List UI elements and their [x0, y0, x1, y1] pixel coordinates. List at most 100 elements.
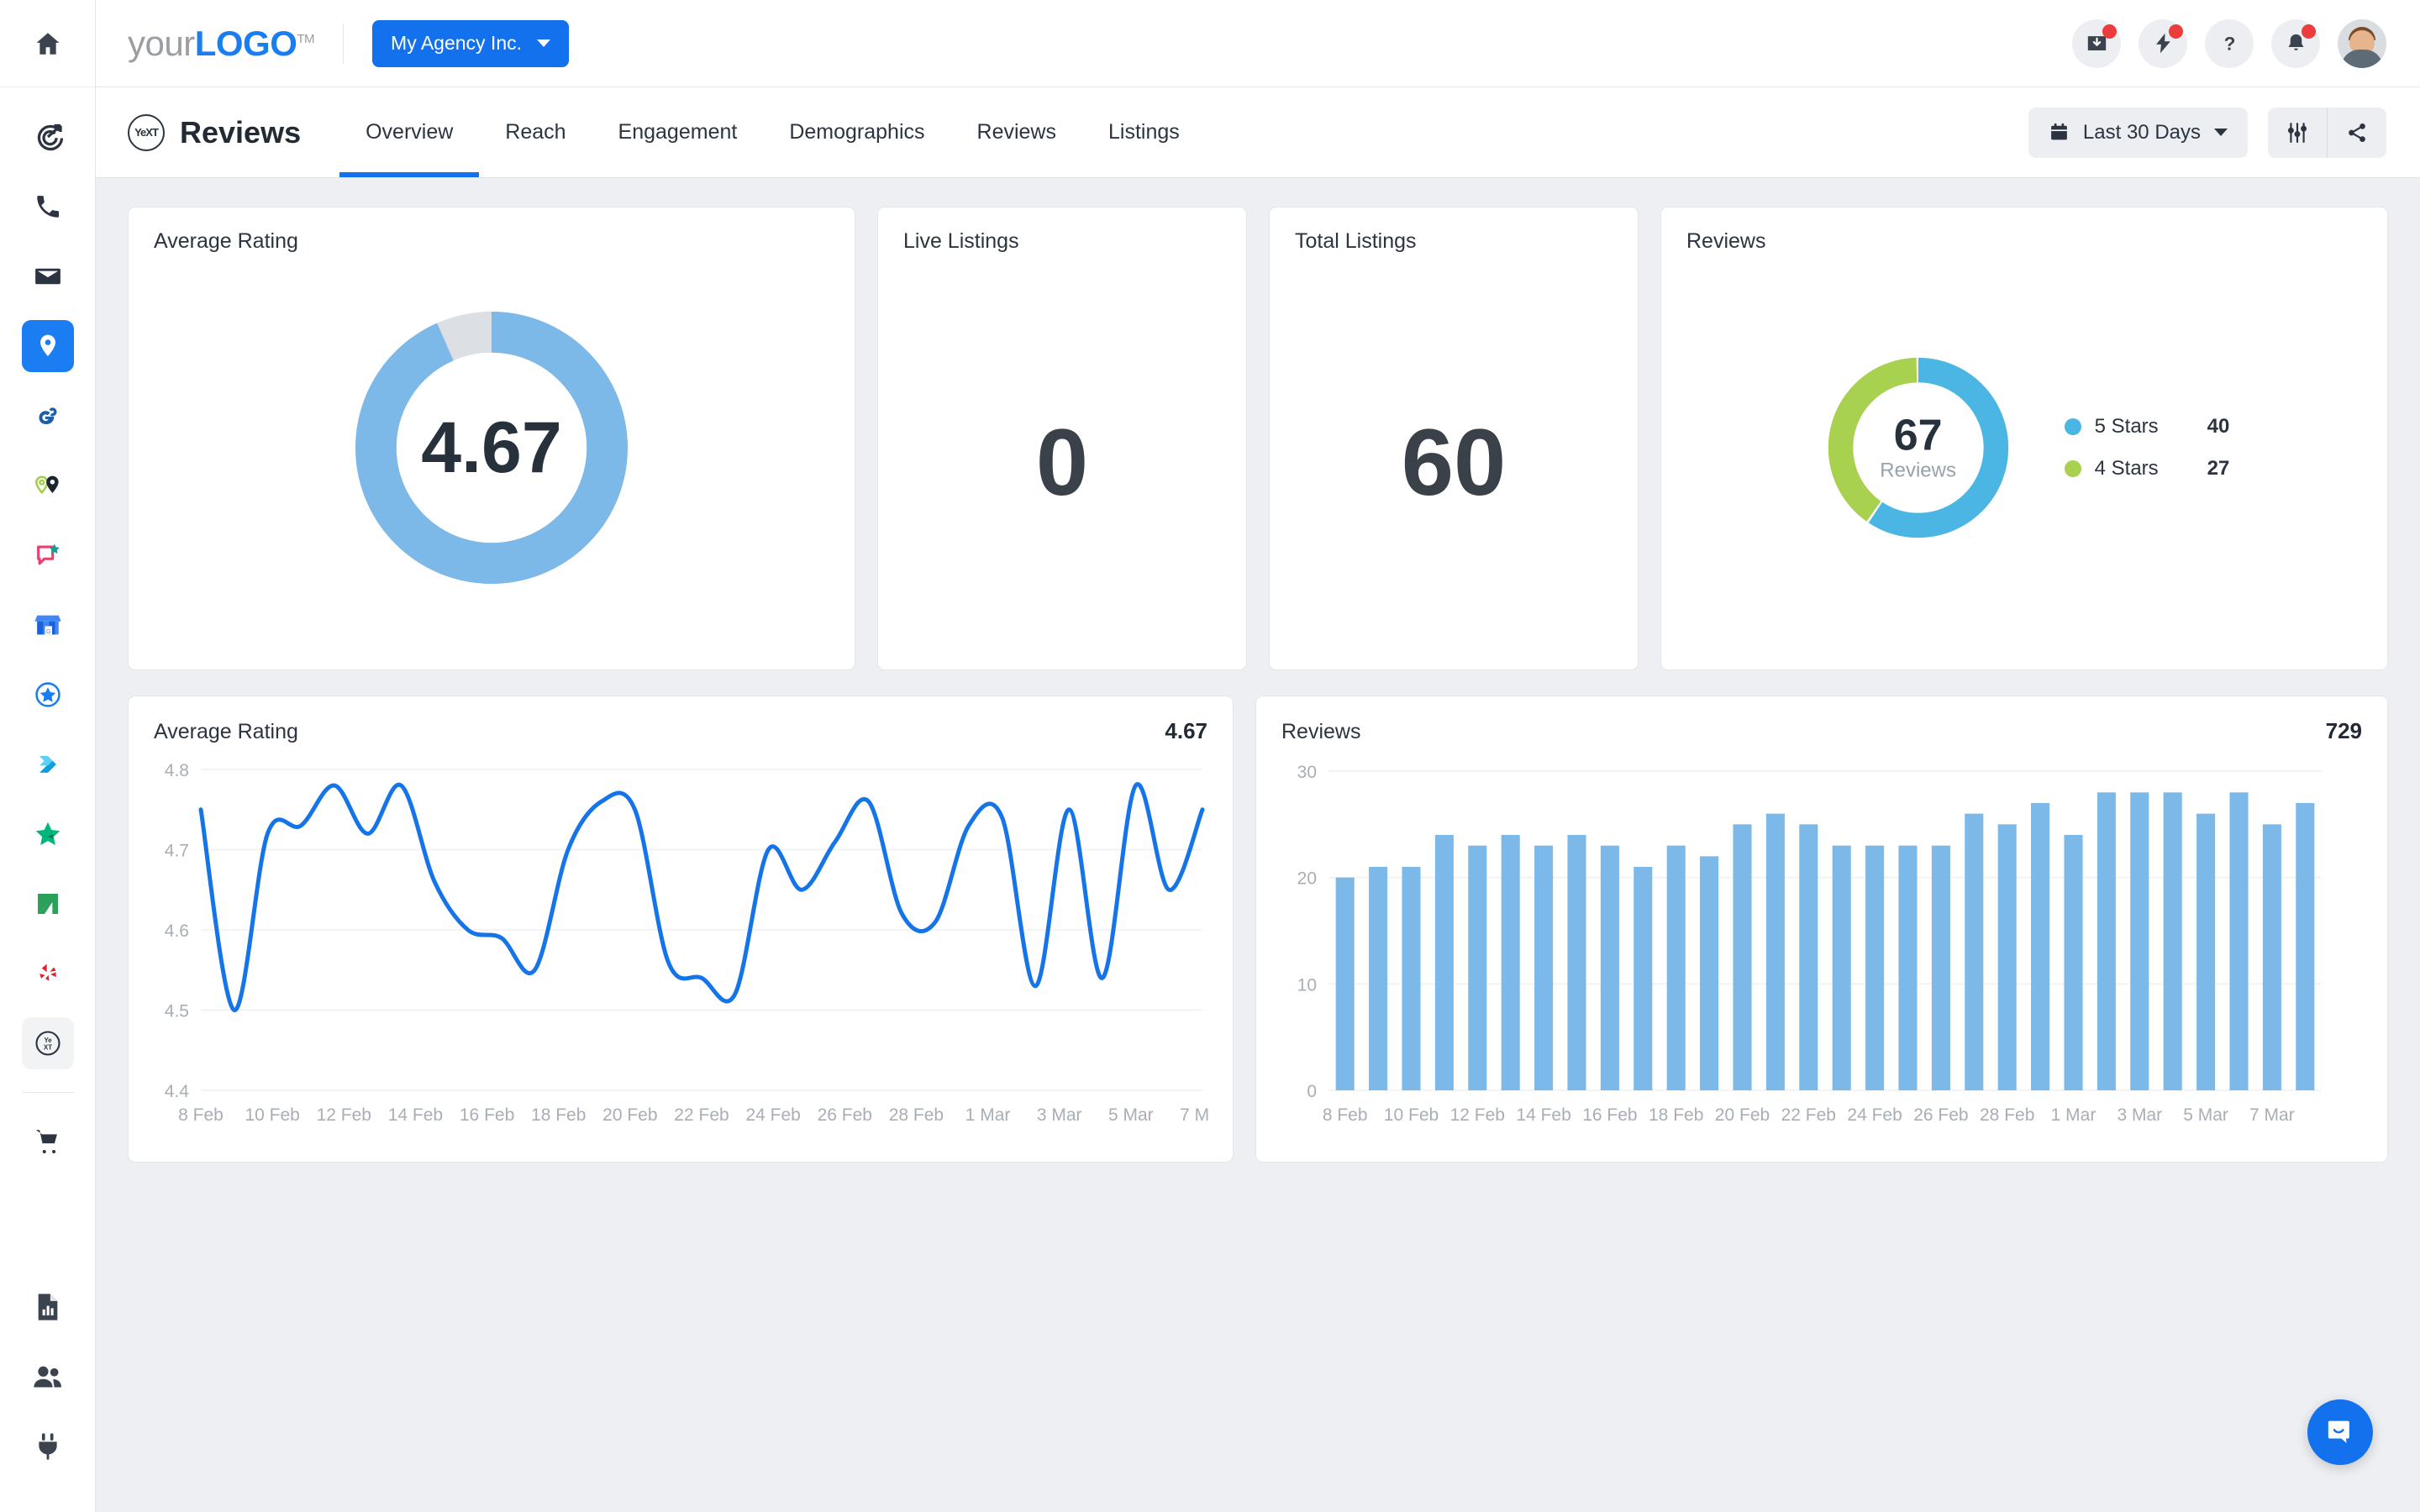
reviews-legend: 5 Stars 40 4 Stars 27 [2065, 415, 2230, 480]
card-total-listings: Total Listings 60 [1269, 207, 1639, 670]
tab-reach[interactable]: Reach [479, 87, 592, 177]
tab-reach-label: Reach [505, 120, 566, 144]
svg-text:22 Feb: 22 Feb [1781, 1105, 1836, 1125]
svg-text:22 Feb: 22 Feb [674, 1105, 729, 1125]
reviews-donut-svg [1819, 349, 2018, 547]
sidebar-item-reports[interactable] [22, 1281, 74, 1333]
sidebar-item-google-my-business[interactable]: G [22, 599, 74, 651]
sidebar-item-radar-target[interactable] [22, 111, 74, 163]
tab-overview[interactable]: Overview [339, 87, 479, 177]
page-header-bar: Ye XT Reviews Overview Reach Engagement … [96, 87, 2420, 178]
card-total-listings-title: Total Listings [1295, 229, 1612, 254]
chat-launcher-button[interactable] [2307, 1399, 2373, 1465]
svg-text:4.5: 4.5 [165, 1002, 189, 1021]
sidebar-item-users[interactable] [22, 1351, 74, 1403]
svg-text:7 Mar: 7 Mar [2249, 1105, 2295, 1125]
envelope-icon [34, 262, 62, 291]
legend-color-swatch [2065, 418, 2081, 435]
sidebar-item-green-shape[interactable] [22, 878, 74, 930]
sidebar-item-brand-b[interactable] [22, 390, 74, 442]
sidebar-item-map-pins[interactable] [22, 459, 74, 512]
sidebar-item-review-bubble[interactable] [22, 529, 74, 581]
calendar-icon [2049, 122, 2070, 143]
tab-listings[interactable]: Listings [1082, 87, 1206, 177]
agency-selector-label: My Agency Inc. [391, 32, 522, 55]
yelp-icon [34, 960, 61, 987]
sliders-icon [2286, 122, 2308, 144]
card-live-listings-title: Live Listings [903, 229, 1221, 254]
main-region: yourLOGOTM My Agency Inc. [96, 0, 2420, 1512]
agency-selector[interactable]: My Agency Inc. [372, 20, 569, 67]
trustpilot-star-icon [33, 819, 63, 849]
sidebar-item-integrations[interactable] [22, 1420, 74, 1473]
yext-page-icon: Ye XT [128, 114, 165, 151]
help-button[interactable]: ? [2205, 19, 2254, 68]
share-button[interactable] [2328, 108, 2386, 158]
sidebar-item-bbb[interactable] [22, 669, 74, 721]
chevron-brand-icon [34, 750, 62, 779]
legend-item[interactable]: 4 Stars 27 [2065, 457, 2230, 480]
legend-item[interactable]: 5 Stars 40 [2065, 415, 2230, 438]
sidebar-item-yelp[interactable] [22, 948, 74, 1000]
tab-demographics[interactable]: Demographics [763, 87, 950, 177]
tab-reviews[interactable]: Reviews [951, 87, 1082, 177]
sidebar-item-yext[interactable]: Ye XT [22, 1017, 74, 1069]
live-listings-value-wrap: 0 [903, 254, 1221, 672]
sidebar-item-calls[interactable] [22, 181, 74, 233]
top-bar-actions: ? [2072, 19, 2386, 68]
card-reviews-breakdown: Reviews 67 Reviews 5 Star [1660, 207, 2388, 670]
date-range-selector[interactable]: Last 30 Days [2028, 108, 2248, 158]
average-rating-trend-plot: 4.44.54.64.74.88 Feb10 Feb12 Feb14 Feb16… [154, 759, 1207, 1127]
filter-button[interactable] [2268, 108, 2327, 158]
kpi-row: Average Rating 4.67 Live Listings [128, 207, 2388, 670]
average-rating-trend-header: Average Rating 4.67 [154, 718, 1207, 744]
notification-dot [2102, 24, 2117, 39]
svg-text:5 Mar: 5 Mar [2183, 1105, 2228, 1125]
avatar-body [2341, 50, 2383, 68]
card-average-rating-trend: Average Rating 4.67 4.44.54.64.74.88 Feb… [128, 696, 1234, 1163]
tab-overview-label: Overview [366, 120, 453, 144]
quick-actions-button[interactable] [2139, 19, 2187, 68]
tab-listings-label: Listings [1108, 120, 1180, 144]
help-icon: ? [2218, 32, 2241, 55]
reviews-per-day-total: 729 [2326, 718, 2362, 744]
tab-engagement-label: Engagement [618, 120, 738, 144]
reviews-donut: 67 Reviews [1819, 349, 2018, 547]
reviews-breakdown-body: 67 Reviews 5 Stars 40 [1686, 254, 2362, 642]
map-pins-icon [33, 471, 63, 500]
location-pin-icon [34, 333, 61, 360]
page-icon-top: Ye [134, 127, 145, 138]
brand-logo[interactable]: yourLOGOTM [128, 24, 314, 64]
date-range-label: Last 30 Days [2083, 121, 2201, 144]
top-bar: yourLOGOTM My Agency Inc. [96, 0, 2420, 87]
svg-text:3 Mar: 3 Mar [2117, 1105, 2162, 1125]
inbox-button[interactable] [2072, 19, 2121, 68]
notification-dot [2302, 24, 2316, 39]
legend-label: 5 Stars [2095, 415, 2194, 438]
legend-value: 40 [2207, 415, 2230, 438]
logo-bold: LOGO [195, 24, 297, 63]
notification-dot [2169, 24, 2183, 39]
tab-reviews-label: Reviews [977, 120, 1056, 144]
avatar[interactable] [2338, 19, 2386, 68]
sidebar-item-trustpilot[interactable] [22, 808, 74, 860]
notifications-button[interactable] [2271, 19, 2320, 68]
chat-bubble-icon [2323, 1415, 2357, 1449]
sidebar-item-chevron-brand[interactable] [22, 738, 74, 790]
sidebar-item-email[interactable] [22, 250, 74, 302]
average-rating-donut-svg [347, 303, 636, 592]
tab-engagement[interactable]: Engagement [592, 87, 764, 177]
sidebar-item-home[interactable] [0, 0, 95, 87]
svg-text:20: 20 [1297, 869, 1317, 889]
left-nav-rail: G [0, 0, 96, 1512]
sidebar-item-listings[interactable] [22, 320, 74, 372]
sidebar-item-cart[interactable] [22, 1115, 74, 1167]
svg-text:10: 10 [1297, 975, 1317, 995]
svg-text:28 Feb: 28 Feb [1980, 1105, 2034, 1125]
bbb-star-icon [34, 680, 62, 709]
report-doc-icon [34, 1293, 61, 1321]
page-title: Reviews [180, 115, 301, 150]
page-header-actions: Last 30 Days [2028, 108, 2386, 158]
page-action-group [2268, 108, 2386, 158]
svg-text:20 Feb: 20 Feb [602, 1105, 657, 1125]
